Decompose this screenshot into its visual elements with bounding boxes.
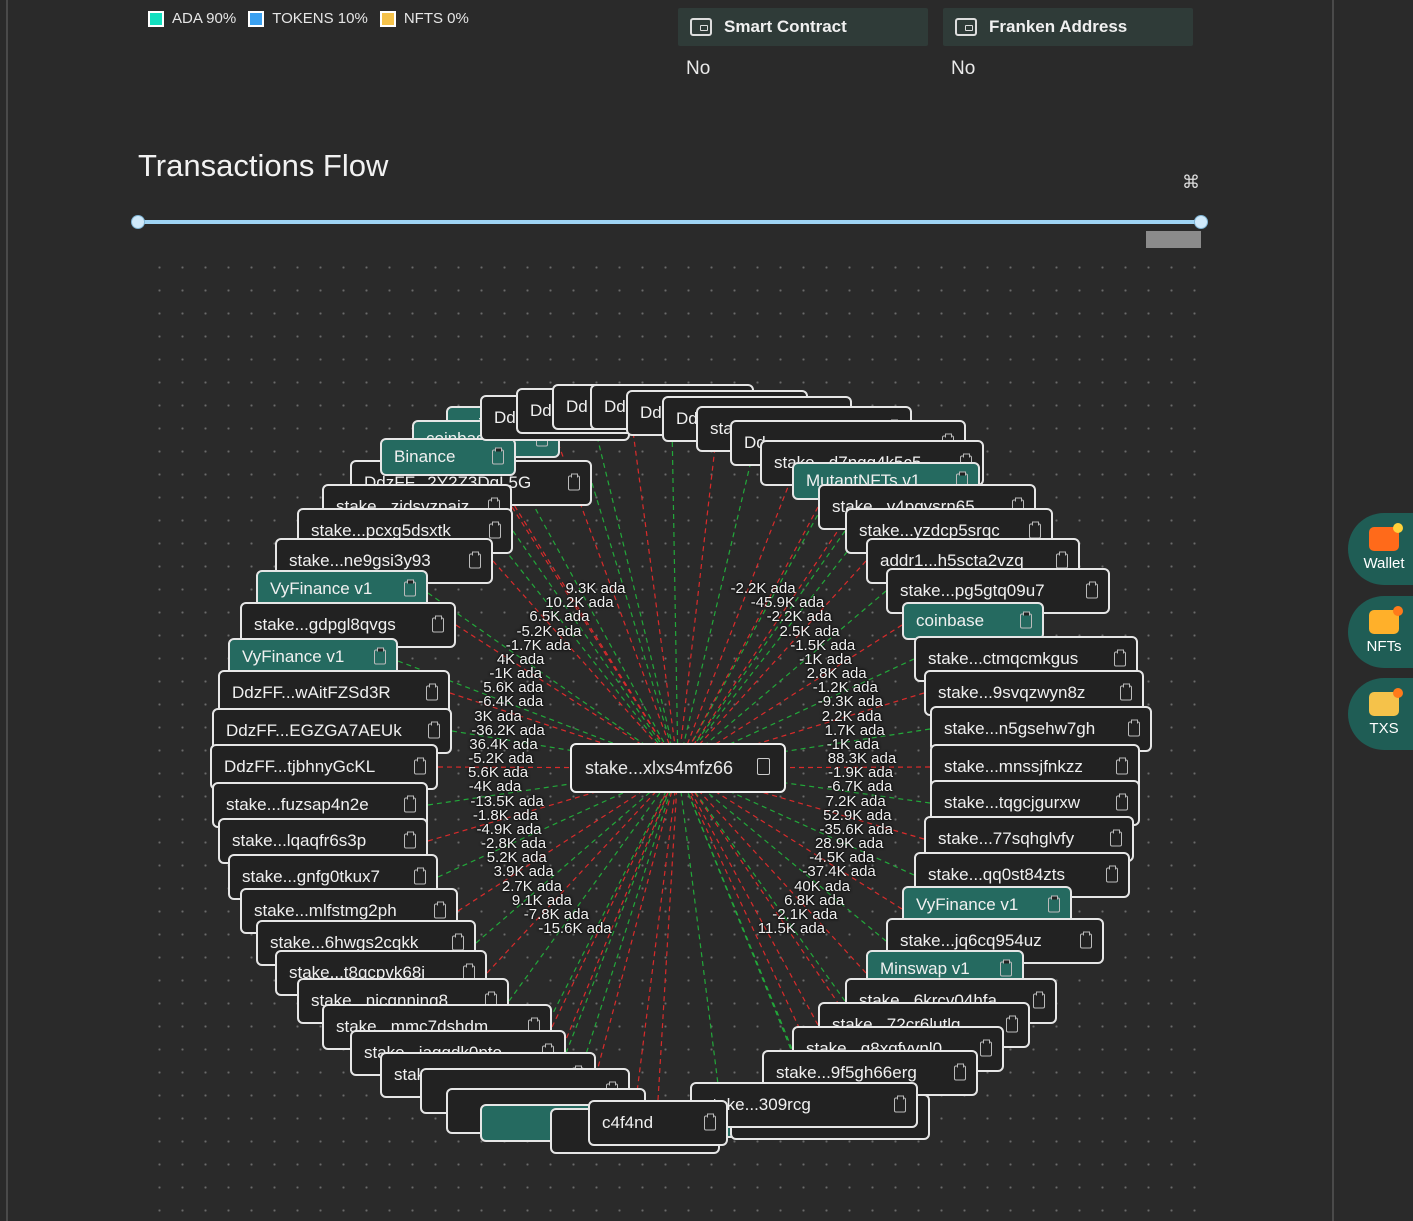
node-label: c4f4nd xyxy=(602,1113,654,1132)
node-label: stake...jq6cq954uz xyxy=(900,931,1042,950)
node-label: stake...mnssjfnkzz xyxy=(944,757,1083,776)
copy-icon[interactable] xyxy=(1056,551,1068,569)
node-label: Dd xyxy=(676,409,698,428)
node-label: Dd xyxy=(604,397,626,416)
copy-icon[interactable] xyxy=(1114,649,1126,667)
copy-icon[interactable] xyxy=(374,647,386,665)
sidebar-txs-button[interactable]: TXS xyxy=(1348,678,1413,750)
sidebar-nfts-button[interactable]: NFTs xyxy=(1348,596,1413,668)
copy-icon[interactable] xyxy=(492,447,504,465)
node-label: stake...gnfg0tkux7 xyxy=(242,867,380,886)
wallet-icon xyxy=(1369,522,1403,551)
node-label: Dd xyxy=(640,403,662,422)
sidebar-wallet-label: Wallet xyxy=(1363,554,1405,572)
sidebar-nfts-label: NFTs xyxy=(1366,637,1402,655)
txs-icon xyxy=(1369,687,1403,716)
center-address-label: stake...xlxs4mfz66 xyxy=(585,757,734,778)
copy-icon[interactable] xyxy=(414,757,426,775)
flow-edge xyxy=(671,423,679,769)
copy-icon[interactable] xyxy=(1120,683,1132,701)
copy-icon[interactable] xyxy=(757,758,770,775)
center-address-node[interactable]: stake...xlxs4mfz66 xyxy=(570,743,786,793)
node-label: coinbase xyxy=(916,611,985,630)
copy-icon[interactable] xyxy=(1080,931,1092,949)
node-label: stake...tqgcjgurxw xyxy=(944,793,1081,812)
node-label: stake...lqaqfr6s3p xyxy=(232,831,367,850)
node-label: stake...qq0st84zts xyxy=(928,865,1066,884)
copy-icon[interactable] xyxy=(1048,895,1060,913)
copy-icon[interactable] xyxy=(1128,719,1140,737)
flow-edge xyxy=(591,482,679,769)
copy-icon[interactable] xyxy=(980,1039,992,1057)
copy-icon[interactable] xyxy=(434,901,446,919)
graph-node-top[interactable]: Binance xyxy=(380,438,516,476)
node-label: stake...mlfstmg2ph xyxy=(254,901,397,920)
nfts-icon xyxy=(1369,605,1403,634)
edge-amount-label: 11.5K ada xyxy=(757,920,826,937)
node-label: stake...pg5gtq09u7 xyxy=(900,581,1045,600)
copy-icon[interactable] xyxy=(469,551,481,569)
copy-icon[interactable] xyxy=(428,721,440,739)
graph-node-bottom[interactable]: c4f4nd xyxy=(588,1100,728,1146)
node-label: Dd xyxy=(566,397,588,416)
node-label: VyFinance v1 xyxy=(242,647,345,666)
node-label: Minswap v1 xyxy=(880,959,970,978)
copy-icon[interactable] xyxy=(432,615,444,633)
flow-edge xyxy=(657,767,679,1101)
copy-icon[interactable] xyxy=(452,933,464,951)
copy-icon[interactable] xyxy=(404,579,416,597)
copy-icon[interactable] xyxy=(1020,611,1032,629)
copy-icon[interactable] xyxy=(1000,959,1012,977)
node-label: DdzFF...wAitFZSd3R xyxy=(232,683,391,702)
copy-icon[interactable] xyxy=(426,683,438,701)
copy-icon[interactable] xyxy=(704,1113,716,1131)
copy-icon[interactable] xyxy=(1029,521,1041,539)
flow-edges xyxy=(397,423,931,1109)
copy-icon[interactable] xyxy=(404,831,416,849)
graph-node-right[interactable]: coinbase xyxy=(902,602,1044,640)
node-label: stake...ne9gsi3y93 xyxy=(289,551,431,570)
copy-icon[interactable] xyxy=(894,1095,906,1113)
node-label: stake...gdpgl8qvgs xyxy=(254,615,396,634)
node-label: stake...n5gsehw7gh xyxy=(944,719,1096,738)
copy-icon[interactable] xyxy=(1116,757,1128,775)
copy-icon[interactable] xyxy=(954,1063,966,1081)
sidebar-txs-label: TXS xyxy=(1369,719,1399,737)
copy-icon[interactable] xyxy=(1110,829,1122,847)
copy-icon[interactable] xyxy=(414,867,426,885)
node-label: stake...9f5gh66erg xyxy=(776,1063,917,1082)
node-label: stake...fuzsap4n2e xyxy=(226,795,369,814)
node-label: Dd xyxy=(494,408,516,427)
node-label: stake...77sqhglvfy xyxy=(938,829,1075,848)
copy-icon[interactable] xyxy=(404,795,416,813)
node-label: stake...ctmqcmkgus xyxy=(928,649,1079,668)
node-label: VyFinance v1 xyxy=(916,895,1019,914)
flow-edge xyxy=(631,423,679,769)
copy-icon[interactable] xyxy=(568,473,580,491)
node-label: DdzFF...EGZGA7AEUk xyxy=(226,721,402,740)
node-label: DdzFF...tjbhnyGcKL xyxy=(224,757,376,776)
copy-icon[interactable] xyxy=(1086,581,1098,599)
node-label: stake...9svqzwyn8z xyxy=(938,683,1086,702)
sidebar-wallet-button[interactable]: Wallet xyxy=(1348,513,1413,585)
copy-icon[interactable] xyxy=(1106,865,1118,883)
copy-icon[interactable] xyxy=(1006,1015,1018,1033)
copy-icon[interactable] xyxy=(1033,991,1045,1009)
copy-icon[interactable] xyxy=(1116,793,1128,811)
node-label: VyFinance v1 xyxy=(270,579,373,598)
node-label: Dd xyxy=(530,401,552,420)
node-label: Binance xyxy=(394,447,456,466)
copy-icon[interactable] xyxy=(489,521,501,539)
edge-amount-label: -15.6K ada xyxy=(538,920,612,937)
